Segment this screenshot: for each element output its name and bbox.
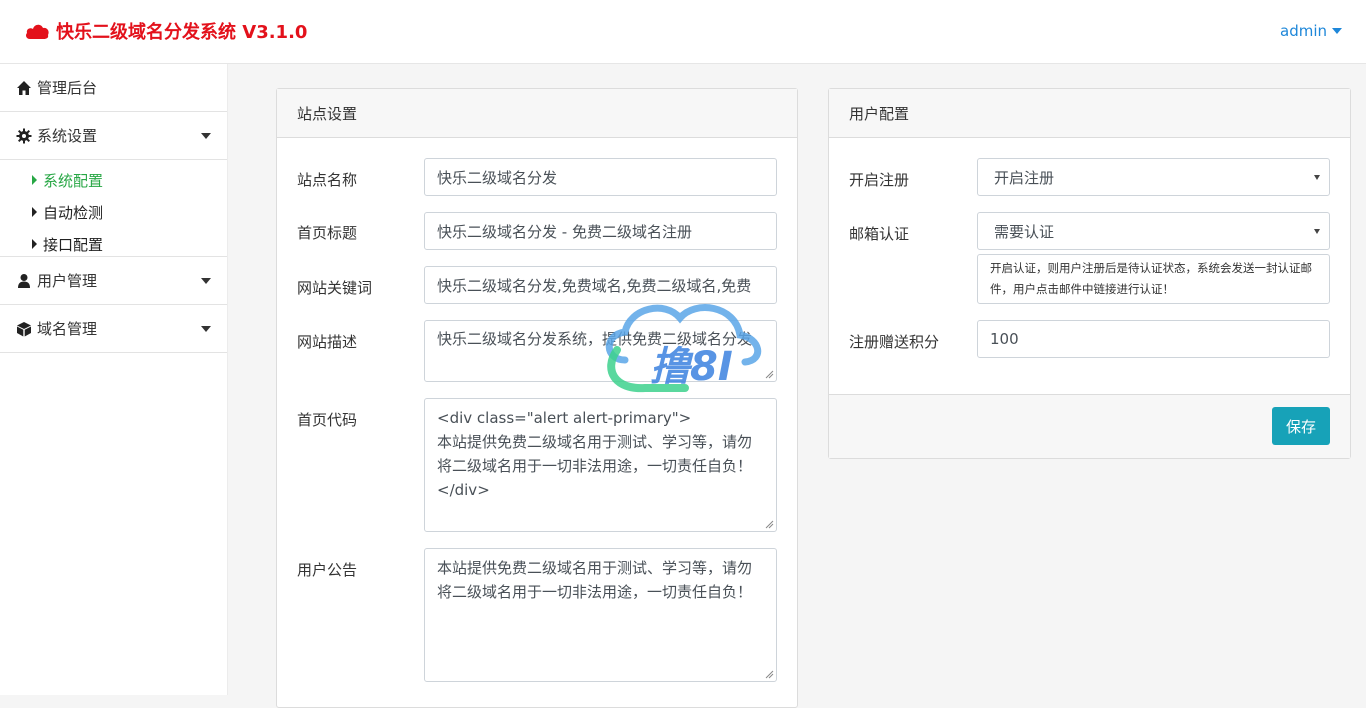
- user-menu[interactable]: admin: [1280, 22, 1342, 40]
- register-select[interactable]: 开启注册: [977, 158, 1330, 196]
- field-label-register: 开启注册: [849, 171, 910, 189]
- chevron-down-icon: [201, 325, 211, 332]
- sidebar-item-label: 用户管理: [37, 272, 98, 290]
- sidebar-item-domain-management[interactable]: 域名管理: [0, 305, 227, 353]
- top-navbar: 快乐二级域名分发系统 V3.1.0 admin: [0, 0, 1366, 64]
- sidebar-subitem-label: 自动检测: [43, 203, 104, 222]
- home-title-input[interactable]: 快乐二级域名分发 - 免费二级域名注册: [424, 212, 777, 250]
- description-textarea[interactable]: 快乐二级域名分发系统，提供免费二级域名分发: [424, 320, 777, 382]
- field-label-home-code: 首页代码: [297, 411, 358, 429]
- cloud-icon: [26, 24, 49, 39]
- sidebar-item-dashboard[interactable]: 管理后台: [0, 64, 227, 112]
- user-config-footer: 保存: [829, 394, 1350, 458]
- username: admin: [1280, 22, 1327, 40]
- email-verify-help: 开启认证，则用户注册后是待认证状态，系统会发送一封认证邮件，用户点击邮件中链接进…: [977, 254, 1330, 304]
- app-title: 快乐二级域名分发系统 V3.1.0: [56, 22, 308, 43]
- sidebar-subitem-auto-detect[interactable]: 自动检测: [0, 196, 227, 228]
- field-label-home-title: 首页标题: [297, 224, 358, 242]
- keywords-input[interactable]: 快乐二级域名分发,免费域名,免费二级域名,免费: [424, 266, 777, 304]
- sidebar-subitem-api-config[interactable]: 接口配置: [0, 228, 227, 260]
- user-config-header: 用户配置: [829, 89, 1350, 138]
- card-title: 用户配置: [849, 104, 910, 123]
- sidebar: 管理后台 系统设置 系统配置 自动检测 接口配置 用户管理 域名管理: [0, 64, 228, 695]
- home-code-textarea[interactable]: <div class="alert alert-primary"> 本站提供免费…: [424, 398, 777, 532]
- sidebar-item-label: 系统设置: [37, 127, 98, 145]
- home-icon: [17, 80, 31, 95]
- resize-handle-icon[interactable]: [764, 519, 774, 529]
- field-label-email-verify: 邮箱认证: [849, 225, 910, 243]
- register-selected: 开启注册: [994, 168, 1055, 187]
- field-label-keywords: 网站关键词: [297, 279, 373, 297]
- caret-right-icon: [32, 207, 37, 217]
- card-title: 站点设置: [297, 104, 358, 123]
- sidebar-item-label: 域名管理: [37, 320, 98, 338]
- announcement-text: 本站提供免费二级域名用于测试、学习等，请勿将二级域名用于一切非法用途，一切责任自…: [437, 559, 753, 601]
- email-verify-selected: 需要认证: [994, 222, 1055, 241]
- sidebar-item-label: 管理后台: [37, 79, 98, 97]
- site-settings-card: 站点设置 站点名称 快乐二级域名分发 首页标题 快乐二级域名分发 - 免费二级域…: [276, 88, 798, 708]
- save-button[interactable]: 保存: [1272, 407, 1330, 445]
- sidebar-submenu: 系统配置 自动检测 接口配置: [0, 160, 227, 257]
- chevron-down-icon: [201, 132, 211, 139]
- description-text: 快乐二级域名分发系统，提供免费二级域名分发: [437, 330, 753, 348]
- site-name-input[interactable]: 快乐二级域名分发: [424, 158, 777, 196]
- field-label-site-name: 站点名称: [297, 171, 358, 189]
- field-label-announcement: 用户公告: [297, 561, 358, 579]
- chevron-down-icon: [201, 277, 211, 284]
- user-icon: [18, 273, 30, 288]
- user-config-card: 用户配置 开启注册 开启注册 邮箱认证 需要认证 开启认证，则用户注册后是待认证…: [828, 88, 1351, 459]
- brand[interactable]: 快乐二级域名分发系统 V3.1.0: [24, 18, 307, 44]
- caret-right-icon: [32, 175, 37, 185]
- field-label-description: 网站描述: [297, 333, 358, 351]
- sidebar-item-system-settings[interactable]: 系统设置: [0, 112, 227, 160]
- email-verify-select[interactable]: 需要认证: [977, 212, 1330, 250]
- cube-icon: [17, 321, 31, 336]
- caret-right-icon: [32, 239, 37, 249]
- select-arrow-icon: [1314, 175, 1320, 180]
- announcement-textarea[interactable]: 本站提供免费二级域名用于测试、学习等，请勿将二级域名用于一切非法用途，一切责任自…: [424, 548, 777, 682]
- sidebar-subitem-label: 系统配置: [43, 171, 104, 190]
- site-settings-header: 站点设置: [277, 89, 797, 138]
- home-code-text: <div class="alert alert-primary"> 本站提供免费…: [437, 409, 753, 499]
- resize-handle-icon[interactable]: [764, 669, 774, 679]
- bonus-points-input[interactable]: 100: [977, 320, 1330, 358]
- sidebar-subitem-system-config[interactable]: 系统配置: [0, 164, 227, 196]
- select-arrow-icon: [1314, 229, 1320, 234]
- field-label-bonus: 注册赠送积分: [849, 333, 940, 351]
- gear-icon: [16, 128, 32, 143]
- sidebar-item-user-management[interactable]: 用户管理: [0, 257, 227, 305]
- resize-handle-icon[interactable]: [764, 369, 774, 379]
- sidebar-subitem-label: 接口配置: [43, 235, 104, 254]
- chevron-down-icon: [1332, 28, 1342, 34]
